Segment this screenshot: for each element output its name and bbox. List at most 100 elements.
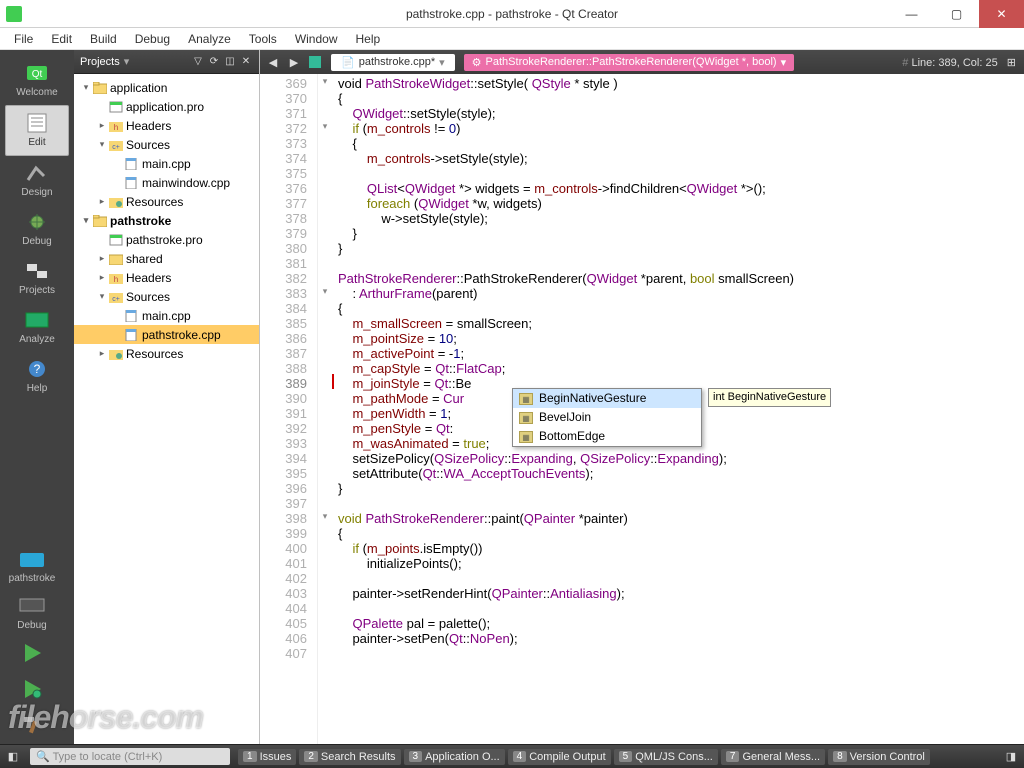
tree-item[interactable]: application.pro bbox=[74, 97, 259, 116]
bookmark-icon[interactable] bbox=[306, 53, 324, 71]
tree-item[interactable]: main.cpp bbox=[74, 306, 259, 325]
output-pane-1[interactable]: 1Issues bbox=[238, 749, 296, 765]
tree-item[interactable]: ▾application bbox=[74, 78, 259, 97]
fold-gutter[interactable]: ▾ ▾ ▾ ▾ bbox=[318, 74, 332, 744]
filter-icon[interactable]: ▽ bbox=[191, 55, 205, 69]
pane-label: Issues bbox=[260, 751, 292, 763]
forward-button[interactable]: ▶ bbox=[285, 53, 303, 71]
node-label: main.cpp bbox=[142, 157, 191, 171]
output-close-icon[interactable]: ◨ bbox=[1002, 748, 1020, 766]
tree-item[interactable]: pathstroke.cpp bbox=[74, 325, 259, 344]
svg-text:c+: c+ bbox=[112, 296, 120, 303]
locator-input[interactable]: 🔍 Type to locate (Ctrl+K) bbox=[30, 748, 230, 765]
mode-label: Design bbox=[5, 187, 69, 198]
tree-item[interactable]: ▸ Resources bbox=[74, 344, 259, 363]
node-label: mainwindow.cpp bbox=[142, 176, 230, 190]
svg-text:h: h bbox=[114, 275, 118, 284]
menu-window[interactable]: Window bbox=[287, 30, 346, 48]
toggle-sidebar-icon[interactable]: ◧ bbox=[4, 748, 22, 766]
menu-debug[interactable]: Debug bbox=[127, 30, 178, 48]
menu-tools[interactable]: Tools bbox=[241, 30, 285, 48]
twisty-icon[interactable]: ▸ bbox=[96, 253, 108, 264]
tree-item[interactable]: mainwindow.cpp bbox=[74, 173, 259, 192]
completion-item[interactable]: ▦BeginNativeGesture bbox=[513, 389, 701, 408]
completion-label: BeginNativeGesture bbox=[539, 391, 646, 406]
tree-item[interactable]: ▸Resources bbox=[74, 192, 259, 211]
completion-item[interactable]: ▦BottomEdge bbox=[513, 427, 701, 446]
menu-help[interactable]: Help bbox=[348, 30, 389, 48]
menu-analyze[interactable]: Analyze bbox=[180, 30, 239, 48]
run-button[interactable] bbox=[0, 636, 64, 672]
tree-item[interactable]: ▸hHeaders bbox=[74, 268, 259, 287]
source-text[interactable]: void PathStrokeWidget::setStyle( QStyle … bbox=[332, 74, 1024, 744]
tree-item[interactable]: ▸ shared bbox=[74, 249, 259, 268]
mode-debug[interactable]: Debug bbox=[5, 205, 69, 254]
node-label: Resources bbox=[126, 347, 183, 361]
debug-run-button[interactable] bbox=[0, 672, 64, 708]
output-pane-8[interactable]: 8Version Control bbox=[828, 749, 930, 765]
output-pane-4[interactable]: 4Compile Output bbox=[508, 749, 611, 765]
tree-item[interactable]: pathstroke.pro bbox=[74, 230, 259, 249]
split-icon[interactable]: ◫ bbox=[223, 55, 237, 69]
mode-projects[interactable]: Projects bbox=[5, 254, 69, 303]
close-button[interactable]: ✕ bbox=[979, 0, 1024, 28]
node-icon bbox=[124, 157, 140, 171]
menu-edit[interactable]: Edit bbox=[43, 30, 80, 48]
twisty-icon[interactable]: ▸ bbox=[96, 348, 108, 359]
mode-icon bbox=[21, 111, 53, 135]
back-button[interactable]: ◀ bbox=[264, 53, 282, 71]
mode-icon: Qt bbox=[21, 61, 53, 85]
node-icon bbox=[108, 347, 124, 361]
project-tree[interactable]: ▾applicationapplication.pro▸hHeaders▾c+S… bbox=[74, 74, 259, 744]
mode-label: Projects bbox=[5, 285, 69, 296]
mode-design[interactable]: Design bbox=[5, 156, 69, 205]
pane-number: 7 bbox=[726, 751, 740, 762]
mode-help[interactable]: ?Help bbox=[5, 352, 69, 401]
close-panel-icon[interactable]: ✕ bbox=[239, 55, 253, 69]
completion-popup[interactable]: ▦BeginNativeGesture▦BevelJoin▦BottomEdge bbox=[512, 388, 702, 447]
mode-welcome[interactable]: QtWelcome bbox=[5, 56, 69, 105]
tree-item[interactable]: ▸hHeaders bbox=[74, 116, 259, 135]
output-pane-7[interactable]: 7General Mess... bbox=[721, 749, 825, 765]
symbol-crumb[interactable]: ⚙ PathStrokeRenderer::PathStrokeRenderer… bbox=[464, 54, 794, 71]
projects-header-label: Projects bbox=[80, 56, 120, 68]
mode-edit[interactable]: Edit bbox=[5, 105, 69, 156]
maximize-button[interactable]: ▢ bbox=[934, 0, 979, 28]
menu-file[interactable]: File bbox=[6, 30, 41, 48]
tree-item[interactable]: ▾pathstroke bbox=[74, 211, 259, 230]
kit-selector[interactable]: pathstroke bbox=[0, 542, 64, 589]
minimize-button[interactable]: — bbox=[889, 0, 934, 28]
pane-label: Search Results bbox=[321, 751, 396, 763]
node-label: shared bbox=[126, 252, 163, 266]
editor-area: ◀ ▶ 📄 pathstroke.cpp* ▾ ⚙ PathStrokeRend… bbox=[260, 50, 1024, 744]
svg-text:?: ? bbox=[34, 362, 41, 376]
editor-tab[interactable]: 📄 pathstroke.cpp* ▾ bbox=[331, 54, 455, 71]
code-editor[interactable]: 369 370 371 372 373 374 375 376 377 378 … bbox=[260, 74, 1024, 744]
build-button[interactable] bbox=[0, 708, 64, 744]
output-pane-2[interactable]: 2Search Results bbox=[299, 749, 400, 765]
mode-label: Analyze bbox=[5, 334, 69, 345]
node-icon bbox=[124, 176, 140, 190]
output-pane-3[interactable]: 3Application O... bbox=[404, 749, 505, 765]
twisty-icon[interactable]: ▸ bbox=[96, 272, 108, 283]
mode-analyze[interactable]: Analyze bbox=[5, 303, 69, 352]
tree-item[interactable]: ▾c+Sources bbox=[74, 135, 259, 154]
twisty-icon[interactable]: ▸ bbox=[96, 196, 108, 207]
twisty-icon[interactable]: ▾ bbox=[80, 215, 92, 226]
node-icon bbox=[108, 195, 124, 209]
editor-toolbar: ◀ ▶ 📄 pathstroke.cpp* ▾ ⚙ PathStrokeRend… bbox=[260, 50, 1024, 74]
twisty-icon[interactable]: ▾ bbox=[96, 139, 108, 150]
node-icon bbox=[124, 328, 140, 342]
build-config[interactable]: Debug bbox=[0, 589, 64, 636]
kit-project-label: pathstroke bbox=[0, 573, 64, 584]
twisty-icon[interactable]: ▾ bbox=[80, 82, 92, 93]
menu-build[interactable]: Build bbox=[82, 30, 125, 48]
completion-item[interactable]: ▦BevelJoin bbox=[513, 408, 701, 427]
output-pane-5[interactable]: 5QML/JS Cons... bbox=[614, 749, 718, 765]
projects-panel: Projects ▾ ▽ ⟳ ◫ ✕ ▾applicationapplicati… bbox=[74, 50, 260, 744]
sync-icon[interactable]: ⟳ bbox=[207, 55, 221, 69]
tree-item[interactable]: ▾c+Sources bbox=[74, 287, 259, 306]
twisty-icon[interactable]: ▸ bbox=[96, 120, 108, 131]
tree-item[interactable]: main.cpp bbox=[74, 154, 259, 173]
twisty-icon[interactable]: ▾ bbox=[96, 291, 108, 302]
